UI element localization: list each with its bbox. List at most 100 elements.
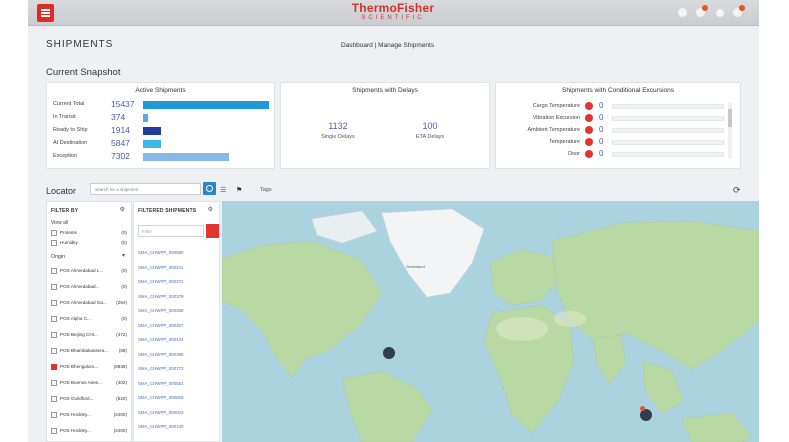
checkbox[interactable] [51, 240, 57, 246]
chevron-down-icon[interactable]: ▾ [122, 252, 125, 259]
shipment-list-item[interactable]: SMA_CHWPP_000357 [138, 323, 208, 328]
checkbox[interactable] [51, 284, 57, 290]
breadcrumb[interactable]: Dashboard | Manage Shipments [341, 42, 434, 49]
single-delays-label: Single Delays [321, 134, 355, 140]
row-bar [143, 127, 161, 135]
shipment-list-item[interactable]: SMA_CHWPP_000398 [138, 352, 208, 357]
shipment-list-item[interactable]: SMA_CHWPP_000859 [138, 395, 208, 400]
checkbox[interactable] [51, 364, 57, 370]
filter-item-count: (0) [121, 316, 127, 321]
origin-filter-item[interactable]: POS Buenos Aires... (402) [51, 378, 129, 390]
row-label: Exception [53, 153, 78, 159]
greenland-shape [381, 208, 485, 298]
shipment-list-item[interactable]: SMA_CHWPP_000773 [138, 366, 208, 371]
app-frame: ThermoFisher SCIENTIFIC SHIPMENTS Dashbo… [28, 0, 759, 442]
shipment-list-item[interactable]: SMA_CHWPP_000580 [138, 250, 208, 255]
origin-filter-item[interactable]: POS Guildford... (520) [51, 394, 129, 406]
user-icon[interactable] [716, 9, 724, 17]
filter-settings-icon[interactable]: ⚙ [120, 206, 125, 213]
row-value: 7302 [111, 151, 130, 161]
checkbox[interactable] [51, 332, 57, 338]
origin-filter-item[interactable]: POS Bhengaluru... (8836) [51, 362, 129, 374]
excursion-value: 0 [599, 125, 604, 134]
alert-dot-icon [702, 5, 708, 11]
active-shipments-row[interactable]: Ready to Ship 1914 [53, 125, 269, 136]
checkbox[interactable] [51, 230, 57, 236]
filter-icon[interactable]: ☰ [220, 186, 226, 194]
checkbox[interactable] [51, 316, 57, 322]
excursions-scrollbar[interactable] [728, 103, 732, 159]
tags-label[interactable]: Tags [260, 187, 272, 193]
filter-item-label: POS Bhengaluru... [60, 364, 99, 369]
row-label: Current Total [53, 101, 85, 107]
shipments-panel: FILTERED SHIPMENTS ⚙ Filter [133, 201, 220, 442]
excursion-track [612, 116, 724, 121]
checkbox[interactable] [51, 428, 57, 434]
origin-filter-item[interactable]: POS Ahmedabad L... (0) [51, 266, 129, 278]
origin-filter-item[interactable]: POS Ahmedabad Ga... (264) [51, 298, 129, 310]
shipment-list-item[interactable]: SMA_CHWPP_000554 [138, 381, 208, 386]
shipment-list-item[interactable]: SMA_CHWPP_000388 [138, 308, 208, 313]
filter-item-label: POS Alpha C... [60, 316, 91, 321]
excursion-row[interactable]: Cargo Temperature 0 [502, 101, 724, 112]
excursion-row[interactable]: Vibration Excursion 0 [502, 113, 724, 124]
shipment-filter-input[interactable]: Filter [138, 225, 204, 237]
excursion-row[interactable]: Door 0 [502, 149, 724, 160]
active-shipments-row[interactable]: Current Total 15437 [53, 99, 269, 110]
shipment-list-item[interactable]: SMA_CHWPP_000379 [138, 294, 208, 299]
active-shipments-row[interactable]: Exception 7302 [53, 151, 269, 162]
origin-filter-item[interactable]: POS Bhambakassera... (88) [51, 346, 129, 358]
shipment-list-item[interactable]: SMA_CHWPP_000372 [138, 279, 208, 284]
checkbox[interactable] [51, 300, 57, 306]
filter-item-label: POS Ahmedabad... [60, 284, 100, 289]
excursion-track [612, 128, 724, 133]
single-delays-value[interactable]: 1132 [303, 121, 373, 131]
filter-item-count: (2400) [113, 428, 127, 433]
arctic-islands-shape [311, 210, 378, 244]
brand-logo: ThermoFisher SCIENTIFIC [338, 2, 448, 23]
delays-card: Shipments with Delays 1132 Single Delays… [280, 82, 490, 169]
map-cluster-marker[interactable] [383, 347, 395, 359]
tag-icon[interactable]: ⚑ [236, 186, 242, 194]
shipment-list-item[interactable]: SMA_CHWPP_000003 [138, 410, 208, 415]
filter-item-count: (88) [118, 348, 127, 353]
active-shipments-row[interactable]: At Destination 5847 [53, 138, 269, 149]
checkbox[interactable] [51, 396, 57, 402]
delays-title: Shipments with Delays [352, 87, 418, 94]
checkbox[interactable] [51, 380, 57, 386]
refresh-icon[interactable]: ⟳ [733, 185, 741, 196]
checkbox[interactable] [51, 348, 57, 354]
alert-icon [585, 138, 593, 146]
excursion-label: Temperature [549, 139, 580, 145]
menu-button[interactable] [37, 4, 54, 22]
world-map[interactable]: Greenland [222, 201, 759, 442]
checkbox[interactable] [51, 268, 57, 274]
filter-item-label: POS Ahmedabad Ga... [60, 300, 107, 305]
origin-filter-item[interactable]: POS Ahmedabad... (0) [51, 282, 129, 294]
excursion-value: 0 [599, 137, 604, 146]
excursion-row[interactable]: Temperature 0 [502, 137, 724, 148]
shipment-list-item[interactable]: SMA_CHWPP_000341 [138, 265, 208, 270]
origin-filter-item[interactable]: POS Hockley... (2400) [51, 410, 129, 422]
excursion-value: 0 [599, 101, 604, 110]
help-icon[interactable] [678, 8, 687, 17]
filter-item-label: POS Ahmedabad L... [60, 268, 104, 273]
origin-filter-item[interactable]: POS Hockley... (2400) [51, 426, 129, 438]
status-filter-item[interactable]: Humidity (0) [51, 238, 129, 250]
shipments-settings-icon[interactable]: ⚙ [208, 206, 213, 213]
checkbox[interactable] [51, 412, 57, 418]
filter-item-count: (0) [121, 240, 127, 245]
shipment-list-item[interactable]: SMA_CHWPP_000434 [138, 337, 208, 342]
locator-search-input[interactable]: search for a shipment [90, 183, 201, 195]
excursion-row[interactable]: Ambient Temperature 0 [502, 125, 724, 136]
filter-item-count: (0) [121, 284, 127, 289]
shipment-list-item[interactable]: SMA_CHWPP_000140 [138, 424, 208, 429]
eta-delays-value[interactable]: 100 [395, 121, 465, 131]
excursion-value: 0 [599, 113, 604, 122]
clear-filter-button[interactable] [206, 224, 219, 238]
status-label: View all [51, 220, 69, 226]
origin-filter-item[interactable]: POS Alpha C... (0) [51, 314, 129, 326]
active-shipments-row[interactable]: In Transit 374 [53, 112, 269, 123]
search-icon[interactable] [203, 182, 216, 195]
origin-filter-item[interactable]: POS Beijing CHI... (472) [51, 330, 129, 342]
